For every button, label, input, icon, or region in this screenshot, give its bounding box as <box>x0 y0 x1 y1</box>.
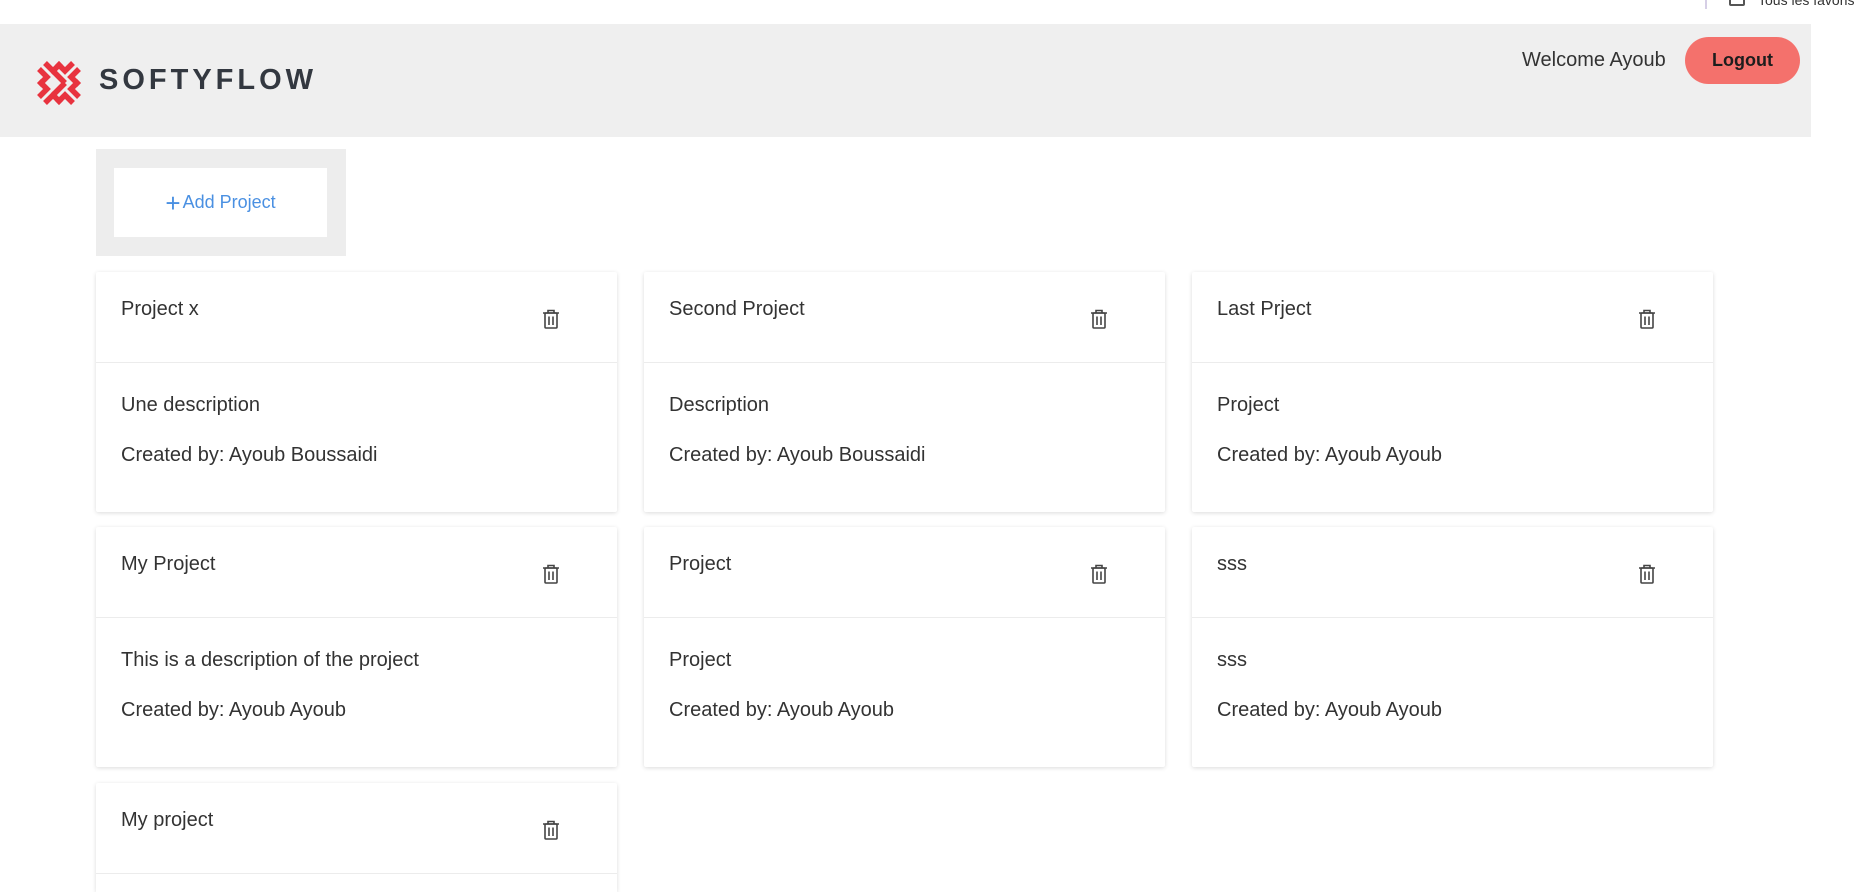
browser-favorites-bar: Tous les favoris <box>0 0 1857 24</box>
project-card: My Project This is a description of the … <box>96 527 617 767</box>
card-header: Project <box>644 527 1165 618</box>
add-project-panel: + Add Project <box>96 149 346 256</box>
project-title: Project x <box>121 298 199 320</box>
project-author: Created by: Ayoub Ayoub <box>1217 444 1442 466</box>
welcome-message: Welcome Ayoub <box>1522 49 1666 71</box>
add-project-button[interactable]: + Add Project <box>114 168 327 237</box>
card-header: My project <box>96 783 617 874</box>
trash-icon <box>1639 309 1655 329</box>
project-description: Project <box>1217 394 1280 416</box>
delete-project-button[interactable] <box>1085 560 1113 588</box>
project-description: Une description <box>121 394 260 416</box>
logout-button[interactable]: Logout <box>1685 37 1800 84</box>
project-card: sss sss Created by: Ayoub Ayoub <box>1192 527 1713 767</box>
project-description: Description <box>669 394 770 416</box>
card-header: Last Prject <box>1192 272 1713 363</box>
project-title: Project <box>669 553 732 575</box>
project-author: Created by: Ayoub Boussaidi <box>669 444 926 466</box>
project-description: sss <box>1217 649 1247 671</box>
card-header: sss <box>1192 527 1713 618</box>
project-description: Project <box>669 649 732 671</box>
project-author: Created by: Ayoub Ayoub <box>1217 699 1442 721</box>
trash-icon <box>1639 564 1655 584</box>
favorites-label[interactable]: Tous les favoris <box>1758 0 1854 8</box>
logo-icon <box>37 61 81 105</box>
trash-icon <box>543 820 559 840</box>
project-author: Created by: Ayoub Ayoub <box>121 699 346 721</box>
logo-text: SOFTYFLOW <box>99 64 318 96</box>
delete-project-button[interactable] <box>537 560 565 588</box>
project-title: My project <box>121 809 214 831</box>
plus-icon: + <box>165 187 181 218</box>
delete-project-button[interactable] <box>1633 305 1661 333</box>
project-title: sss <box>1217 553 1247 575</box>
project-card: Project x Une description Created by: Ay… <box>96 272 617 512</box>
card-header: My Project <box>96 527 617 618</box>
project-card: Project Project Created by: Ayoub Ayoub <box>644 527 1165 767</box>
project-card: Second Project Description Created by: A… <box>644 272 1165 512</box>
delete-project-button[interactable] <box>1633 560 1661 588</box>
add-project-label: Add Project <box>182 192 276 212</box>
project-title: Last Prject <box>1217 298 1312 320</box>
app-header: SOFTYFLOW Welcome Ayoub Logout <box>0 24 1811 137</box>
project-author: Created by: Ayoub Boussaidi <box>121 444 378 466</box>
card-header: Second Project <box>644 272 1165 363</box>
favorites-separator <box>1705 0 1707 9</box>
delete-project-button[interactable] <box>537 305 565 333</box>
trash-icon <box>543 564 559 584</box>
delete-project-button[interactable] <box>537 816 565 844</box>
project-title: Second Project <box>669 298 805 320</box>
folder-icon[interactable] <box>1729 0 1745 6</box>
trash-icon <box>1091 564 1107 584</box>
trash-icon <box>1091 309 1107 329</box>
project-card: Last Prject Project Created by: Ayoub Ay… <box>1192 272 1713 512</box>
project-description: This is a description of the project <box>121 649 419 671</box>
project-title: My Project <box>121 553 216 575</box>
delete-project-button[interactable] <box>1085 305 1113 333</box>
project-card: My project <box>96 783 617 892</box>
project-author: Created by: Ayoub Ayoub <box>669 699 894 721</box>
card-header: Project x <box>96 272 617 363</box>
trash-icon <box>543 309 559 329</box>
